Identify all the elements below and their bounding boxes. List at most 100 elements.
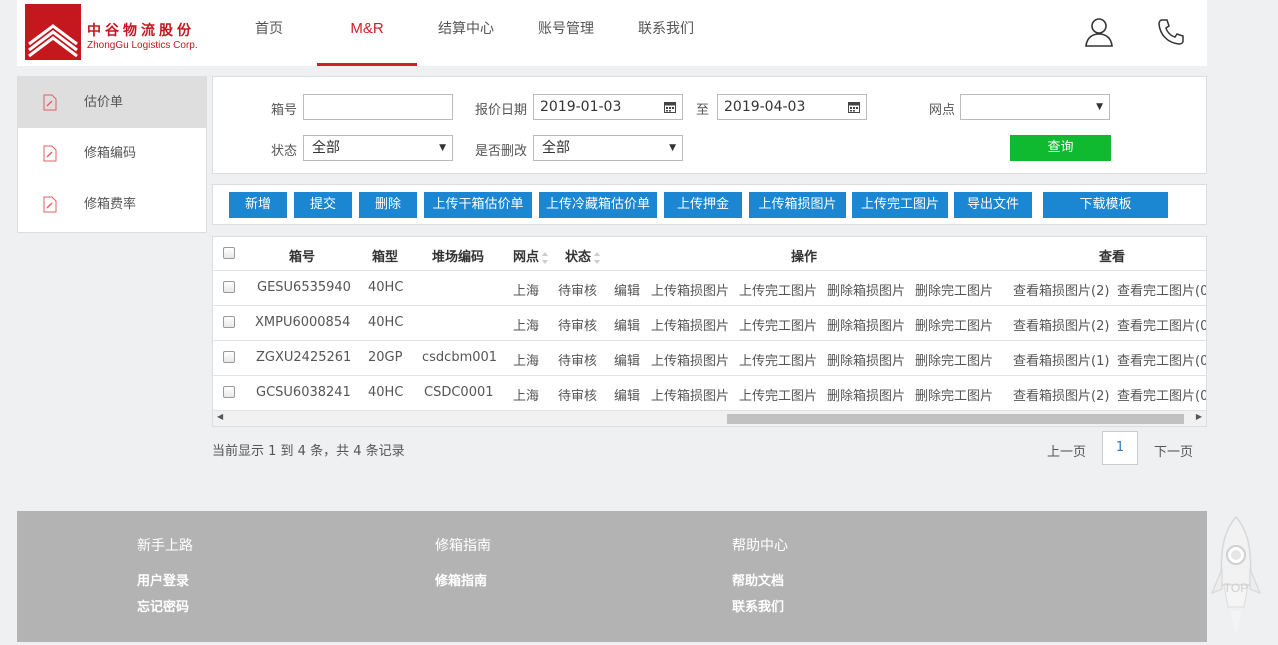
nav-account[interactable]: 账号管理 [531, 0, 601, 66]
upload-damage-image-link[interactable]: 上传箱损图片 [651, 280, 729, 299]
date-separator: 至 [696, 103, 710, 118]
view-done-image-link[interactable]: 查看完工图片(0 [1117, 385, 1206, 404]
scroll-left-icon[interactable]: ◀ [217, 412, 223, 421]
footer-link-contact[interactable]: 联系我们 [732, 596, 784, 615]
sidebar-item-repair-rate[interactable]: 修箱费率 [18, 179, 206, 230]
upload-damage-image-link[interactable]: 上传箱损图片 [651, 350, 729, 369]
company-logo[interactable]: 中谷物流股份 ZhongGu Logistics Corp. [25, 4, 215, 60]
download-template-button[interactable]: 下载模板 [1043, 192, 1168, 218]
site-footer: 新手上路 用户登录 忘记密码 修箱指南 修箱指南 帮助中心 帮助文档 联系我们 [17, 511, 1207, 642]
back-to-top-rocket-icon[interactable]: TOP [1210, 515, 1262, 637]
document-edit-icon [43, 145, 57, 162]
upload-done-image-button[interactable]: 上传完工图片 [852, 192, 948, 218]
branch-select[interactable]: ▼ [960, 94, 1110, 120]
cell-status: 待审核 [558, 284, 598, 299]
view-damage-image-link[interactable]: 查看箱损图片(2) [1013, 280, 1109, 299]
row-checkbox[interactable] [223, 351, 235, 363]
delete-button[interactable]: 删除 [359, 192, 417, 218]
nav-contact[interactable]: 联系我们 [631, 0, 701, 66]
select-all-checkbox[interactable] [223, 247, 235, 259]
cell-box-no: XMPU6000854 [255, 315, 351, 330]
upload-damage-image-link[interactable]: 上传箱损图片 [651, 315, 729, 334]
view-damage-image-link[interactable]: 查看箱损图片(1) [1013, 350, 1109, 369]
nav-home[interactable]: 首页 [239, 0, 299, 66]
view-done-image-link[interactable]: 查看完工图片(0 [1117, 280, 1206, 299]
deleted-value: 全部 [542, 140, 570, 156]
delete-done-image-link[interactable]: 删除完工图片 [915, 350, 993, 369]
upload-damage-image-link[interactable]: 上传箱损图片 [651, 385, 729, 404]
upload-done-image-link[interactable]: 上传完工图片 [739, 280, 817, 299]
upload-done-image-link[interactable]: 上传完工图片 [739, 315, 817, 334]
col-branch-label: 网点 [513, 250, 540, 265]
delete-damage-image-link[interactable]: 删除箱损图片 [827, 385, 905, 404]
query-button[interactable]: 查询 [1010, 135, 1111, 161]
cell-box-no: GCSU6038241 [256, 385, 351, 400]
date-label: 报价日期 [475, 103, 528, 118]
row-checkbox[interactable] [223, 316, 235, 328]
view-done-image-link[interactable]: 查看完工图片(0 [1117, 350, 1206, 369]
view-done-image-link[interactable]: 查看完工图片(0 [1117, 315, 1206, 334]
upload-done-image-link[interactable]: 上传完工图片 [739, 350, 817, 369]
export-file-button[interactable]: 导出文件 [954, 192, 1032, 218]
view-damage-image-link[interactable]: 查看箱损图片(2) [1013, 385, 1109, 404]
row-checkbox[interactable] [223, 281, 235, 293]
calendar-icon[interactable] [848, 101, 860, 113]
delete-done-image-link[interactable]: 删除完工图片 [915, 385, 993, 404]
edit-link[interactable]: 编辑 [614, 350, 640, 369]
upload-reefer-quote-button[interactable]: 上传冷藏箱估价单 [539, 192, 657, 218]
footer-link-login[interactable]: 用户登录 [137, 570, 189, 589]
sort-icon [542, 251, 549, 264]
phone-icon[interactable] [1155, 16, 1187, 48]
user-icon[interactable] [1083, 16, 1115, 48]
next-page-button[interactable]: 下一页 [1154, 441, 1193, 460]
col-actions: 操作 [791, 250, 818, 265]
edit-link[interactable]: 编辑 [614, 315, 640, 334]
sidebar-item-repair-code[interactable]: 修箱编码 [18, 128, 206, 179]
view-damage-image-link[interactable]: 查看箱损图片(2) [1013, 315, 1109, 334]
col-view: 查看 [1099, 250, 1126, 265]
cell-yard-code: CSDC0001 [424, 385, 494, 400]
delete-done-image-link[interactable]: 删除完工图片 [915, 280, 993, 299]
date-to-input[interactable]: 2019-04-03 [717, 94, 867, 120]
add-button[interactable]: 新增 [229, 192, 287, 218]
upload-damage-image-button[interactable]: 上传箱损图片 [749, 192, 846, 218]
upload-done-image-link[interactable]: 上传完工图片 [739, 385, 817, 404]
footer-link-forgot-password[interactable]: 忘记密码 [137, 596, 189, 615]
table-row: GCSU6038241 40HC CSDC0001 上海 待审核 编辑 上传箱损… [213, 375, 1206, 410]
delete-damage-image-link[interactable]: 删除箱损图片 [827, 350, 905, 369]
nav-settlement[interactable]: 结算中心 [431, 0, 501, 66]
footer-link-repair-guide[interactable]: 修箱指南 [435, 570, 487, 589]
box-no-label: 箱号 [271, 103, 298, 118]
deleted-select[interactable]: 全部 ▼ [533, 135, 683, 161]
date-from-input[interactable]: 2019-01-03 [533, 94, 683, 120]
current-page-button[interactable]: 1 [1102, 431, 1138, 465]
delete-done-image-link[interactable]: 删除完工图片 [915, 315, 993, 334]
col-branch[interactable]: 网点 [513, 246, 549, 265]
status-select[interactable]: 全部 ▼ [303, 135, 453, 161]
logo-mark-icon [25, 4, 81, 60]
footer-link-help-docs[interactable]: 帮助文档 [732, 570, 784, 589]
edit-link[interactable]: 编辑 [614, 385, 640, 404]
edit-link[interactable]: 编辑 [614, 280, 640, 299]
calendar-icon[interactable] [664, 101, 676, 113]
col-yard-code[interactable]: 堆场编码 [432, 246, 484, 265]
box-no-input[interactable] [303, 94, 453, 120]
nav-mr[interactable]: M&R [317, 0, 417, 66]
cell-branch: 上海 [513, 354, 540, 369]
scrollbar-thumb[interactable] [727, 414, 1184, 424]
col-box-type[interactable]: 箱型 [372, 246, 398, 265]
col-status[interactable]: 状态 [565, 246, 601, 265]
upload-dry-quote-button[interactable]: 上传干箱估价单 [424, 192, 532, 218]
action-toolbar: 新增 提交 删除 上传干箱估价单 上传冷藏箱估价单 上传押金 上传箱损图片 上传… [212, 184, 1207, 225]
col-box-no[interactable]: 箱号 [289, 246, 315, 265]
prev-page-button[interactable]: 上一页 [1047, 441, 1086, 460]
delete-damage-image-link[interactable]: 删除箱损图片 [827, 280, 905, 299]
sidebar-item-quotation[interactable]: 估价单 [18, 77, 206, 128]
sidebar-item-label: 修箱编码 [84, 146, 137, 161]
submit-button[interactable]: 提交 [294, 192, 352, 218]
row-checkbox[interactable] [223, 386, 235, 398]
delete-damage-image-link[interactable]: 删除箱损图片 [827, 315, 905, 334]
scroll-right-icon[interactable]: ▶ [1196, 412, 1202, 421]
upload-deposit-button[interactable]: 上传押金 [664, 192, 742, 218]
horizontal-scrollbar[interactable]: ◀ ▶ [213, 410, 1206, 426]
